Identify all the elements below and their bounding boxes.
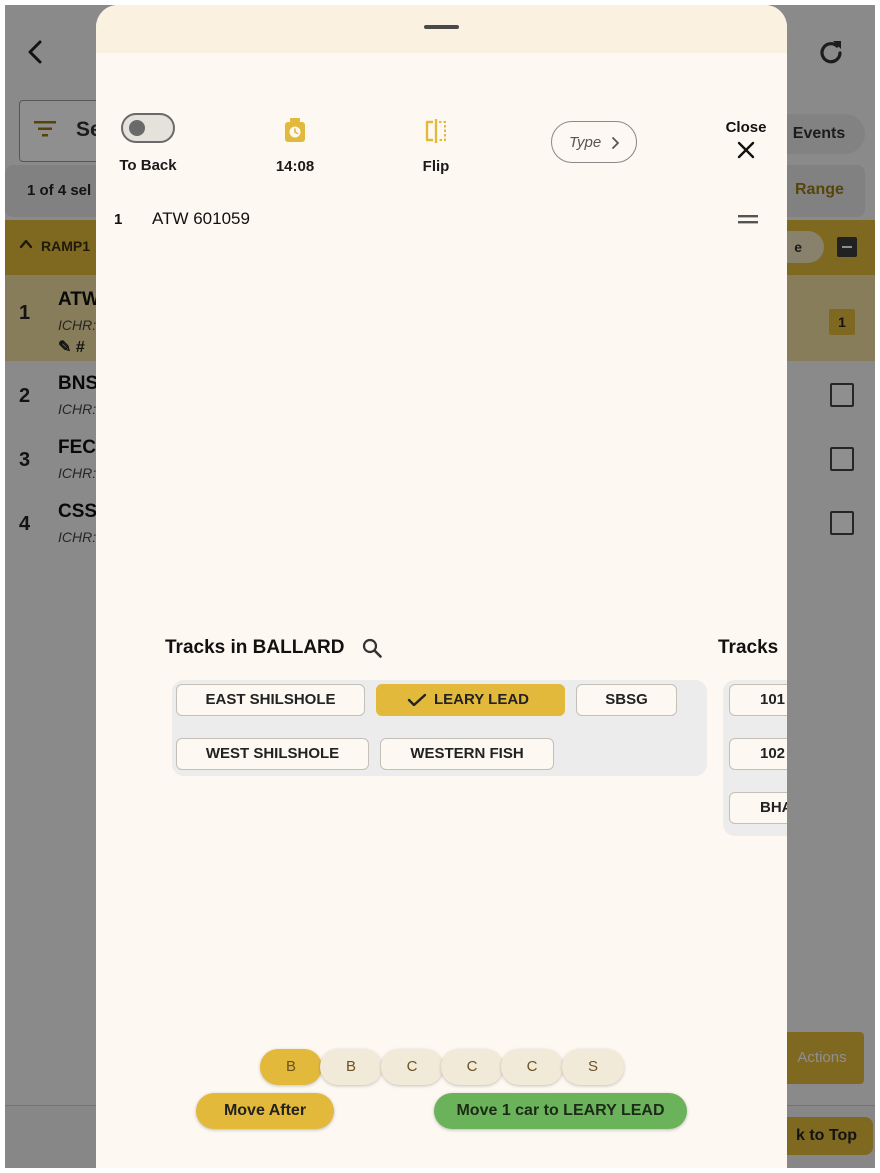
track-chip-101[interactable]: 101 — [729, 684, 787, 716]
track-chip-sbsg[interactable]: SBSG — [576, 684, 677, 716]
move-cars-sheet: To Back 14:08 Flip Type Close 1 ATW 6010… — [96, 5, 787, 1168]
track-chip-east-shilshole[interactable]: EAST SHILSHOLE — [176, 684, 365, 716]
tracks-title: Tracks in BALLARD — [165, 637, 345, 658]
move-after-button[interactable]: Move After — [196, 1093, 334, 1129]
flip-button[interactable]: Flip — [406, 117, 466, 175]
track-chip-west-shilshole[interactable]: WEST SHILSHOLE — [176, 738, 369, 770]
type-button[interactable]: Type — [551, 121, 637, 163]
search-icon[interactable] — [362, 638, 382, 658]
move-cars-confirm-button[interactable]: Move 1 car to LEARY LEAD — [434, 1093, 687, 1129]
track-chip-102[interactable]: 102 — [729, 738, 787, 770]
to-back-label: To Back — [119, 157, 177, 174]
close-button[interactable]: Close — [718, 119, 774, 167]
to-back-toggle-group[interactable]: To Back — [110, 113, 186, 174]
toggle-knob — [129, 120, 145, 136]
position-option[interactable]: C — [441, 1049, 503, 1085]
sheet-header[interactable] — [96, 5, 787, 53]
car-list-item[interactable]: 1 ATW 601059 — [96, 203, 787, 239]
position-option[interactable]: C — [501, 1049, 563, 1085]
flip-label: Flip — [422, 158, 450, 175]
drag-handle-icon[interactable] — [738, 215, 758, 224]
track-chip-bha[interactable]: BHA — [729, 792, 787, 824]
position-option[interactable]: B — [320, 1049, 382, 1085]
close-label: Close — [725, 119, 767, 136]
position-option[interactable]: S — [562, 1049, 624, 1085]
track-chip-western-fish[interactable]: WESTERN FISH — [380, 738, 554, 770]
timer-icon — [285, 118, 305, 142]
position-option[interactable]: C — [381, 1049, 443, 1085]
track-chip-leary-lead[interactable]: LEARY LEAD — [376, 684, 565, 716]
checkmark-icon — [407, 693, 427, 707]
flip-icon — [425, 119, 446, 143]
chevron-right-icon — [612, 137, 619, 149]
close-icon — [737, 141, 755, 159]
type-button-label: Type — [569, 134, 602, 151]
car-number: 1 — [114, 211, 123, 228]
position-selector: B B C C C S — [260, 1049, 624, 1085]
track-chip-panel: EAST SHILSHOLE LEARY LEAD SBSG WEST SHIL… — [172, 680, 707, 776]
time-label: 14:08 — [275, 158, 315, 175]
position-option[interactable]: B — [260, 1049, 322, 1085]
time-button[interactable]: 14:08 — [260, 117, 330, 175]
tracks-title-secondary: Tracks — [718, 637, 779, 658]
to-back-toggle[interactable] — [121, 113, 175, 143]
track-chip-panel-secondary: 101 102 BHA — [723, 680, 787, 836]
car-name: ATW 601059 — [152, 209, 250, 228]
track-chip-label: LEARY LEAD — [433, 691, 529, 708]
sheet-drag-handle[interactable] — [424, 25, 459, 29]
screen: Se Events 1 of 4 sel Range RAMP1 e 1 ATW… — [0, 0, 880, 1173]
